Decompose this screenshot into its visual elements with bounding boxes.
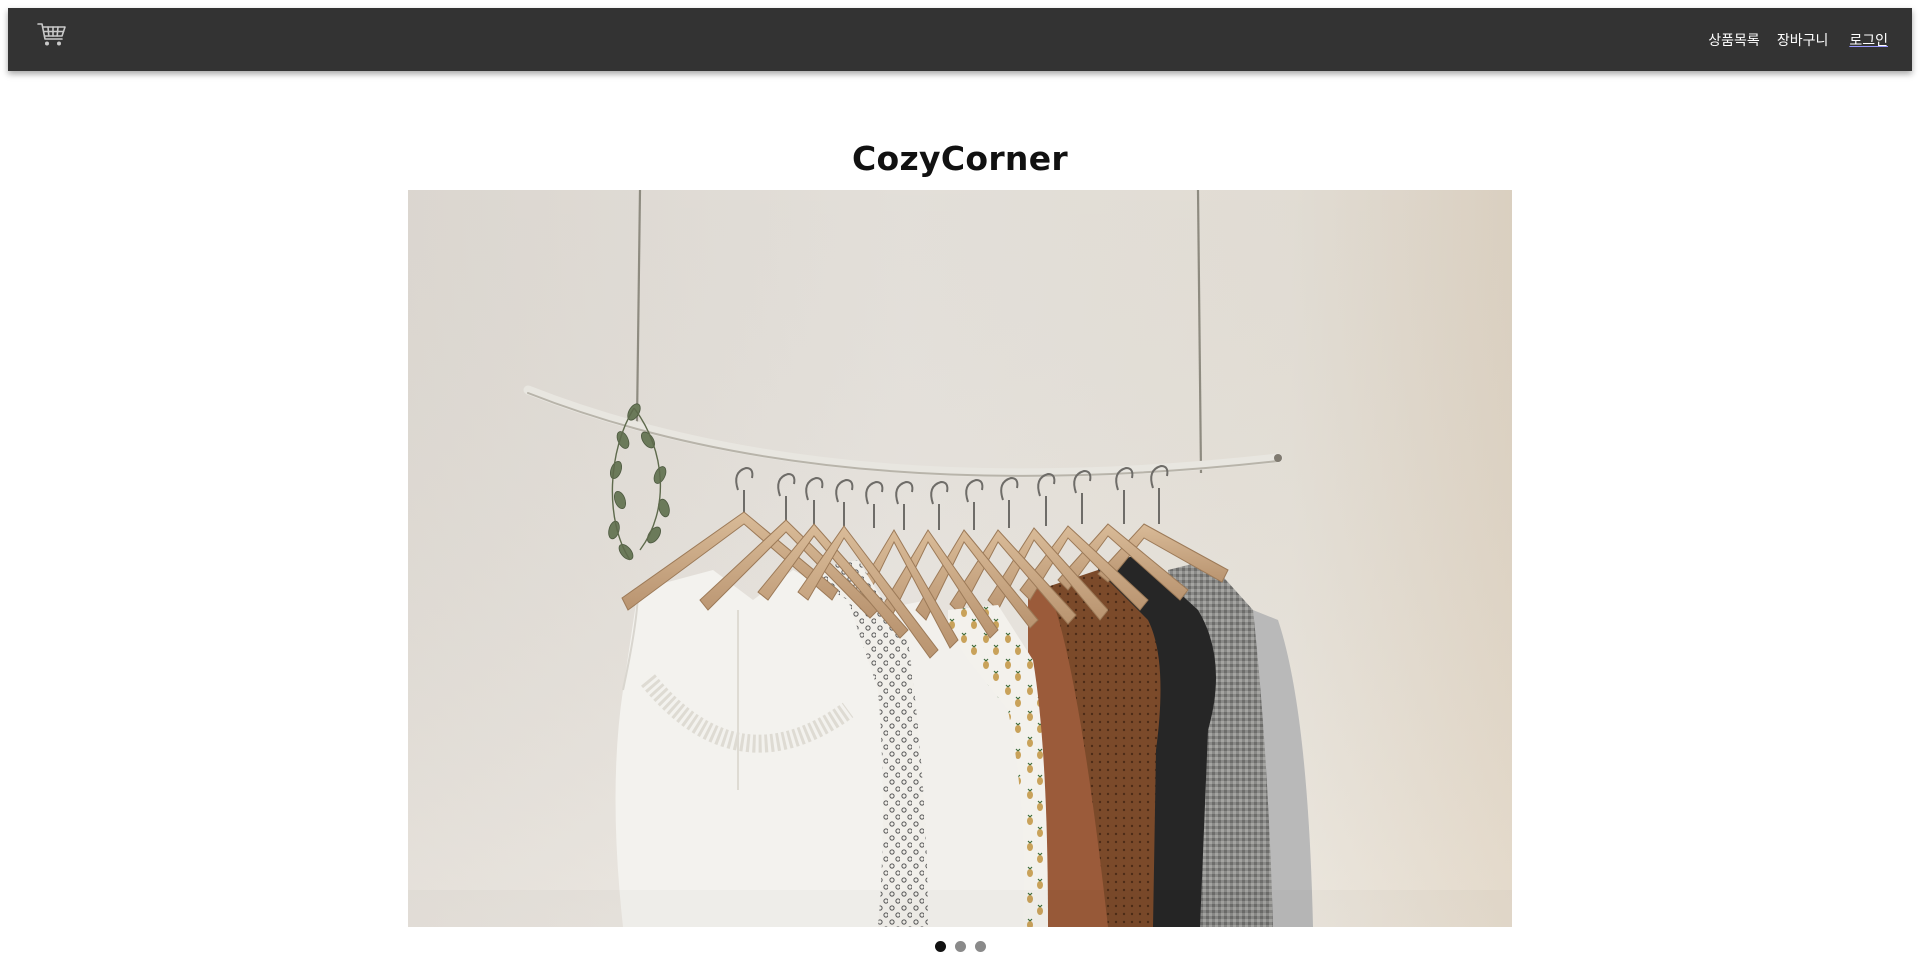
nav-link-products[interactable]: 상품목록 [1708,30,1760,50]
top-navbar: 상품목록 장바구니 로그인 [8,8,1912,71]
carousel-dot-1[interactable] [934,941,946,952]
carousel-dot-3[interactable] [974,941,986,952]
page: 상품목록 장바구니 로그인 CozyCorner [0,0,1920,968]
carousel-dot-2[interactable] [954,941,966,952]
carousel-indicators [0,941,1920,953]
nav-link-cart[interactable]: 장바구니 [1777,30,1829,50]
hero-carousel[interactable] [408,190,1512,927]
nav-links: 상품목록 장바구니 로그인 [1708,30,1888,50]
shopping-cart-icon-graphic [37,22,66,45]
page-title: CozyCorner [852,139,1068,178]
clothes-rack-photo [408,190,1512,927]
nav-link-login[interactable]: 로그인 [1849,30,1888,50]
shopping-cart-icon[interactable] [32,15,72,55]
